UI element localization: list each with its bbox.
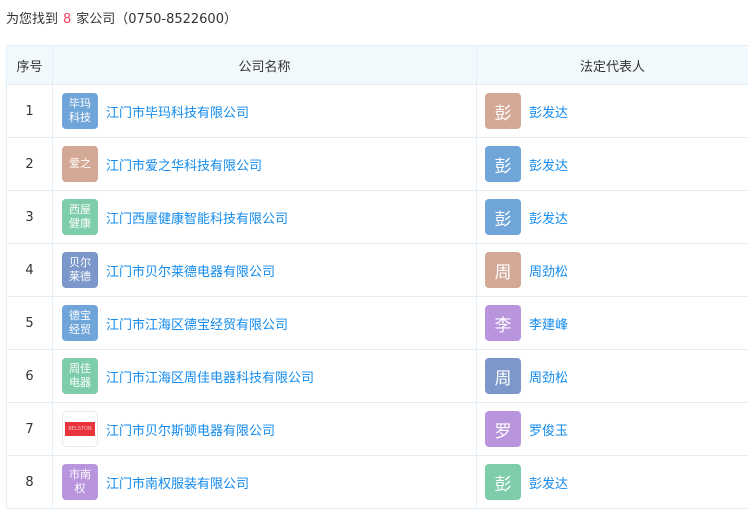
company-logo[interactable]: 爱之 <box>62 146 98 182</box>
row-index: 2 <box>6 137 53 191</box>
summary-prefix: 为您找到 <box>6 12 59 27</box>
person-avatar[interactable]: 周 <box>485 252 521 288</box>
company-name-link[interactable]: 江门市爱之华科技有限公司 <box>106 155 262 174</box>
table-row: 1 毕玛 科技 江门市毕玛科技有限公司彭彭发达 <box>6 84 748 138</box>
legal-representative-cell: 李李建峰 <box>476 296 748 350</box>
row-index: 6 <box>6 349 53 403</box>
legal-representative-cell: 彭彭发达 <box>476 84 748 138</box>
table-row: 2 爱之 江门市爱之华科技有限公司彭彭发达 <box>6 137 748 191</box>
person-name-link[interactable]: 彭发达 <box>529 473 568 492</box>
company-name-link[interactable]: 江门市贝尔莱德电器有限公司 <box>106 261 275 280</box>
row-index: 1 <box>6 84 53 138</box>
person-name-link[interactable]: 彭发达 <box>529 208 568 227</box>
company-cell: 周佳 电器 江门市江海区周佳电器科技有限公司 <box>52 349 477 403</box>
company-cell: 德宝 经贸 江门市江海区德宝经贸有限公司 <box>52 296 477 350</box>
person-avatar[interactable]: 彭 <box>485 199 521 235</box>
table-row: 7 BELSTON 江门市贝尔斯顿电器有限公司 罗罗俊玉 <box>6 402 748 456</box>
person-name-link[interactable]: 彭发达 <box>529 155 568 174</box>
row-index: 3 <box>6 190 53 244</box>
company-logo[interactable]: 德宝 经贸 <box>62 305 98 341</box>
search-summary: 为您找到 8 家公司（0750-8522600） <box>6 8 237 27</box>
company-name-link[interactable]: 江门西屋健康智能科技有限公司 <box>106 208 288 227</box>
table-row: 4 贝尔 莱德 江门市贝尔莱德电器有限公司周周劲松 <box>6 243 748 297</box>
header-legal-representative: 法定代表人 <box>476 45 748 85</box>
company-logo[interactable]: 西屋 健康 <box>62 199 98 235</box>
person-name-link[interactable]: 彭发达 <box>529 102 568 121</box>
company-logo[interactable]: 周佳 电器 <box>62 358 98 394</box>
company-name-link[interactable]: 江门市毕玛科技有限公司 <box>106 102 249 121</box>
company-logo[interactable]: 贝尔 莱德 <box>62 252 98 288</box>
person-avatar[interactable]: 周 <box>485 358 521 394</box>
company-cell: 贝尔 莱德 江门市贝尔莱德电器有限公司 <box>52 243 477 297</box>
row-index: 7 <box>6 402 53 456</box>
table-header-row: 序号 公司名称 法定代表人 <box>6 45 748 85</box>
row-index: 4 <box>6 243 53 297</box>
company-name-link[interactable]: 江门市江海区德宝经贸有限公司 <box>106 314 288 333</box>
legal-representative-cell: 周周劲松 <box>476 243 748 297</box>
row-index: 8 <box>6 455 53 509</box>
company-cell: 爱之 江门市爱之华科技有限公司 <box>52 137 477 191</box>
person-name-link[interactable]: 周劲松 <box>529 261 568 280</box>
company-name-link[interactable]: 江门市南权服装有限公司 <box>106 473 249 492</box>
row-index: 5 <box>6 296 53 350</box>
legal-representative-cell: 彭彭发达 <box>476 137 748 191</box>
summary-suffix: 家公司（0750-8522600） <box>76 12 237 27</box>
person-avatar[interactable]: 彭 <box>485 146 521 182</box>
table-row: 5 德宝 经贸 江门市江海区德宝经贸有限公司李李建峰 <box>6 296 748 350</box>
person-avatar[interactable]: 彭 <box>485 93 521 129</box>
result-count: 8 <box>63 12 72 27</box>
person-name-link[interactable]: 罗俊玉 <box>529 420 568 439</box>
legal-representative-cell: 周周劲松 <box>476 349 748 403</box>
company-cell: 西屋 健康 江门西屋健康智能科技有限公司 <box>52 190 477 244</box>
table-row: 6 周佳 电器 江门市江海区周佳电器科技有限公司周周劲松 <box>6 349 748 403</box>
person-avatar[interactable]: 彭 <box>485 464 521 500</box>
person-name-link[interactable]: 李建峰 <box>529 314 568 333</box>
table-row: 3 西屋 健康 江门西屋健康智能科技有限公司彭彭发达 <box>6 190 748 244</box>
person-avatar[interactable]: 罗 <box>485 411 521 447</box>
legal-representative-cell: 彭彭发达 <box>476 455 748 509</box>
person-name-link[interactable]: 周劲松 <box>529 367 568 386</box>
company-cell: 毕玛 科技 江门市毕玛科技有限公司 <box>52 84 477 138</box>
company-result-table: 序号 公司名称 法定代表人 1 毕玛 科技 江门市毕玛科技有限公司彭彭发达 2 爱之 江门市… <box>6 45 748 509</box>
company-name-link[interactable]: 江门市贝尔斯顿电器有限公司 <box>106 420 275 439</box>
legal-representative-cell: 罗罗俊玉 <box>476 402 748 456</box>
company-logo-image[interactable]: BELSTON <box>62 411 98 447</box>
company-cell: BELSTON 江门市贝尔斯顿电器有限公司 <box>52 402 477 456</box>
person-avatar[interactable]: 李 <box>485 305 521 341</box>
table-row: 8 市南权江门市南权服装有限公司彭彭发达 <box>6 455 748 509</box>
company-cell: 市南权江门市南权服装有限公司 <box>52 455 477 509</box>
header-company-name: 公司名称 <box>52 45 477 85</box>
company-name-link[interactable]: 江门市江海区周佳电器科技有限公司 <box>106 367 314 386</box>
company-logo[interactable]: 毕玛 科技 <box>62 93 98 129</box>
company-logo[interactable]: 市南权 <box>62 464 98 500</box>
legal-representative-cell: 彭彭发达 <box>476 190 748 244</box>
header-index: 序号 <box>6 45 53 85</box>
